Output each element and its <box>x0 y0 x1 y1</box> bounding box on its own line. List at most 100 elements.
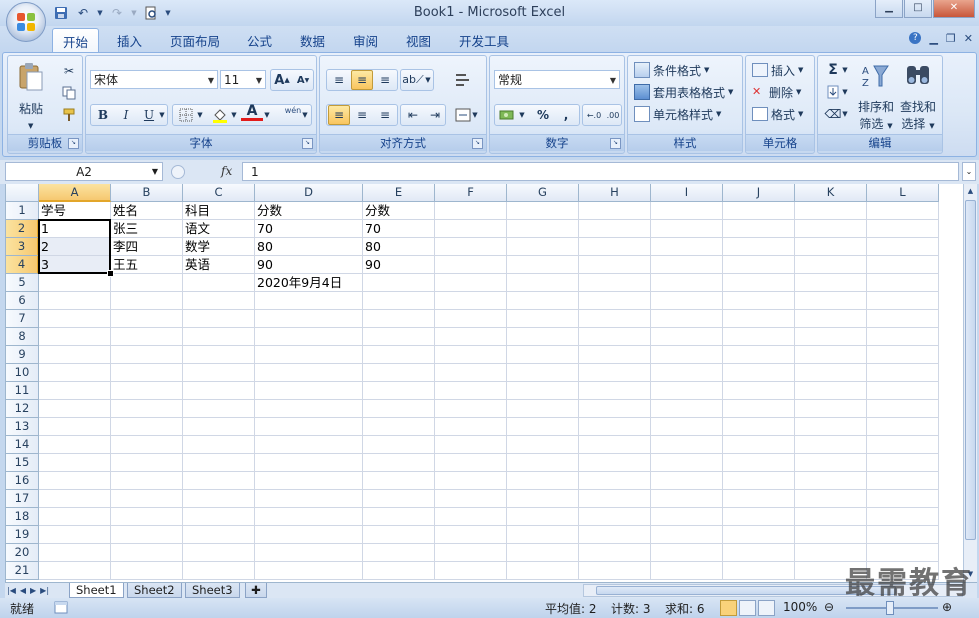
cell-b5[interactable] <box>111 274 183 292</box>
cell-d6[interactable] <box>255 292 363 310</box>
prev-sheet-icon[interactable]: ◀ <box>20 583 26 598</box>
cell-j2[interactable] <box>723 220 795 238</box>
delete-cells-button[interactable]: ✕ 删除 ▼ <box>752 82 801 102</box>
font-launcher-icon[interactable]: ↘ <box>302 138 313 149</box>
cell-l10[interactable] <box>867 364 939 382</box>
cell-j6[interactable] <box>723 292 795 310</box>
alignment-launcher-icon[interactable]: ↘ <box>472 138 483 149</box>
cell-l6[interactable] <box>867 292 939 310</box>
increase-indent-icon[interactable]: ⇥ <box>424 105 446 125</box>
normal-view-icon[interactable] <box>720 600 737 616</box>
bold-button[interactable]: B <box>92 105 114 125</box>
row-header-4[interactable]: 4 <box>6 256 39 274</box>
conditional-format-button[interactable]: 条件格式 ▼ <box>634 60 709 80</box>
cell-i17[interactable] <box>651 490 723 508</box>
workbook-restore-icon[interactable]: ❐ <box>946 32 956 45</box>
cell-k4[interactable] <box>795 256 867 274</box>
row-header-16[interactable]: 16 <box>6 472 39 490</box>
zoom-in-icon[interactable]: ⊕ <box>942 600 952 614</box>
cell-h1[interactable] <box>579 202 651 220</box>
cell-c3[interactable]: 数学 <box>183 238 255 256</box>
cell-b20[interactable] <box>111 544 183 562</box>
cell-i15[interactable] <box>651 454 723 472</box>
cell-l2[interactable] <box>867 220 939 238</box>
cell-k14[interactable] <box>795 436 867 454</box>
cell-c10[interactable] <box>183 364 255 382</box>
cell-h2[interactable] <box>579 220 651 238</box>
cell-l8[interactable] <box>867 328 939 346</box>
cell-i11[interactable] <box>651 382 723 400</box>
cell-g14[interactable] <box>507 436 579 454</box>
column-header-i[interactable]: I <box>651 184 723 202</box>
cell-e8[interactable] <box>363 328 435 346</box>
cell-d15[interactable] <box>255 454 363 472</box>
wrap-text-icon[interactable] <box>452 70 474 90</box>
cell-a1[interactable]: 学号 <box>39 202 111 220</box>
cell-a20[interactable] <box>39 544 111 562</box>
cell-c11[interactable] <box>183 382 255 400</box>
row-header-13[interactable]: 13 <box>6 418 39 436</box>
cell-b11[interactable] <box>111 382 183 400</box>
cell-l13[interactable] <box>867 418 939 436</box>
cell-e12[interactable] <box>363 400 435 418</box>
align-left-icon[interactable]: ≡ <box>328 105 350 125</box>
cell-h17[interactable] <box>579 490 651 508</box>
cell-a4[interactable]: 3 <box>39 256 111 274</box>
office-button[interactable] <box>6 2 46 42</box>
cell-k13[interactable] <box>795 418 867 436</box>
cell-i7[interactable] <box>651 310 723 328</box>
row-header-14[interactable]: 14 <box>6 436 39 454</box>
cell-b6[interactable] <box>111 292 183 310</box>
cell-j3[interactable] <box>723 238 795 256</box>
cell-f18[interactable] <box>435 508 507 526</box>
number-launcher-icon[interactable]: ↘ <box>610 138 621 149</box>
row-header-5[interactable]: 5 <box>6 274 39 292</box>
cell-k5[interactable] <box>795 274 867 292</box>
cell-i4[interactable] <box>651 256 723 274</box>
cell-g3[interactable] <box>507 238 579 256</box>
workbook-close-icon[interactable]: ✕ <box>964 32 973 45</box>
cell-c8[interactable] <box>183 328 255 346</box>
cell-b21[interactable] <box>111 562 183 580</box>
cell-d9[interactable] <box>255 346 363 364</box>
cell-d2[interactable]: 70 <box>255 220 363 238</box>
cell-i10[interactable] <box>651 364 723 382</box>
column-header-l[interactable]: L <box>867 184 939 202</box>
cell-j21[interactable] <box>723 562 795 580</box>
cell-e1[interactable]: 分数 <box>363 202 435 220</box>
cell-c14[interactable] <box>183 436 255 454</box>
cell-h10[interactable] <box>579 364 651 382</box>
cell-j19[interactable] <box>723 526 795 544</box>
cell-b8[interactable] <box>111 328 183 346</box>
cell-f9[interactable] <box>435 346 507 364</box>
cell-b12[interactable] <box>111 400 183 418</box>
cell-c20[interactable] <box>183 544 255 562</box>
cell-g1[interactable] <box>507 202 579 220</box>
cell-i18[interactable] <box>651 508 723 526</box>
autosum-dropdown-icon[interactable]: ▼ <box>840 60 850 80</box>
cell-g6[interactable] <box>507 292 579 310</box>
comma-button[interactable]: , <box>555 105 577 125</box>
fill-handle[interactable] <box>107 270 114 277</box>
name-box[interactable]: A2 ▼ <box>5 162 163 181</box>
minimize-button[interactable]: ▁ <box>875 0 903 18</box>
cell-h6[interactable] <box>579 292 651 310</box>
cell-j13[interactable] <box>723 418 795 436</box>
cell-d20[interactable] <box>255 544 363 562</box>
cell-l3[interactable] <box>867 238 939 256</box>
first-sheet-icon[interactable]: |◀ <box>7 583 16 598</box>
cell-b3[interactable]: 李四 <box>111 238 183 256</box>
cell-h5[interactable] <box>579 274 651 292</box>
cell-h12[interactable] <box>579 400 651 418</box>
tab-formulas[interactable]: 公式 <box>247 31 272 50</box>
cell-a16[interactable] <box>39 472 111 490</box>
cell-j17[interactable] <box>723 490 795 508</box>
row-header-8[interactable]: 8 <box>6 328 39 346</box>
cell-h21[interactable] <box>579 562 651 580</box>
paste-dropdown-icon[interactable]: ▼ <box>28 116 33 136</box>
cell-i9[interactable] <box>651 346 723 364</box>
cell-k2[interactable] <box>795 220 867 238</box>
cell-a17[interactable] <box>39 490 111 508</box>
row-header-1[interactable]: 1 <box>6 202 39 220</box>
vertical-scrollbar[interactable]: ▲ ▼ <box>963 184 977 582</box>
